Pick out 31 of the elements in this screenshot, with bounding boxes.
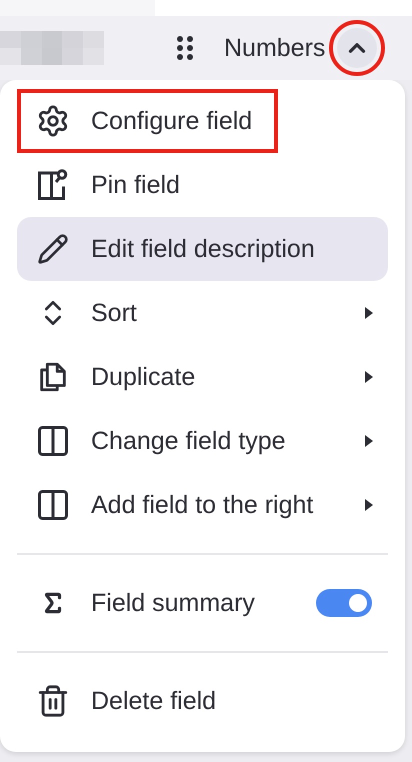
columns-icon	[35, 423, 71, 459]
menu-item-label: Duplicate	[91, 362, 196, 392]
menu-item[interactable]: Field summary	[17, 571, 388, 635]
menu-item-label: Sort	[91, 298, 137, 328]
caret-icon	[364, 370, 374, 384]
menu-item[interactable]: Delete field	[17, 669, 388, 733]
menu-item[interactable]: Duplicate	[17, 345, 388, 409]
caret-icon	[364, 306, 374, 320]
menu-item[interactable]: Sort	[17, 281, 388, 345]
menu-item-label: Pin field	[91, 170, 180, 200]
menu-item[interactable]: Change field type	[17, 409, 388, 473]
column-header-label: Numbers	[224, 34, 326, 62]
menu-item[interactable]: Add field to the right	[17, 473, 388, 537]
menu-item-label: Edit field description	[91, 234, 315, 264]
pencil-icon	[37, 233, 69, 265]
caret-icon	[364, 498, 374, 512]
collapse-button[interactable]	[337, 28, 378, 68]
menu-item-label: Delete field	[91, 686, 216, 716]
menu-item-label: Change field type	[91, 426, 286, 456]
toggle-switch[interactable]	[316, 589, 372, 617]
trash-icon	[36, 684, 70, 718]
menu-item[interactable]: Edit field description	[17, 217, 388, 281]
drag-handle-icon[interactable]	[176, 35, 194, 61]
menu-item-label: Configure field	[91, 106, 252, 136]
menu-item[interactable]: Configure field	[17, 89, 388, 153]
menu-item[interactable]: Pin field	[17, 153, 388, 217]
menu-item-label: Field summary	[91, 588, 255, 618]
columns-icon	[35, 487, 71, 523]
caret-icon	[364, 434, 374, 448]
settings-icon	[36, 104, 70, 138]
menu-item-label: Add field to the right	[91, 490, 314, 520]
